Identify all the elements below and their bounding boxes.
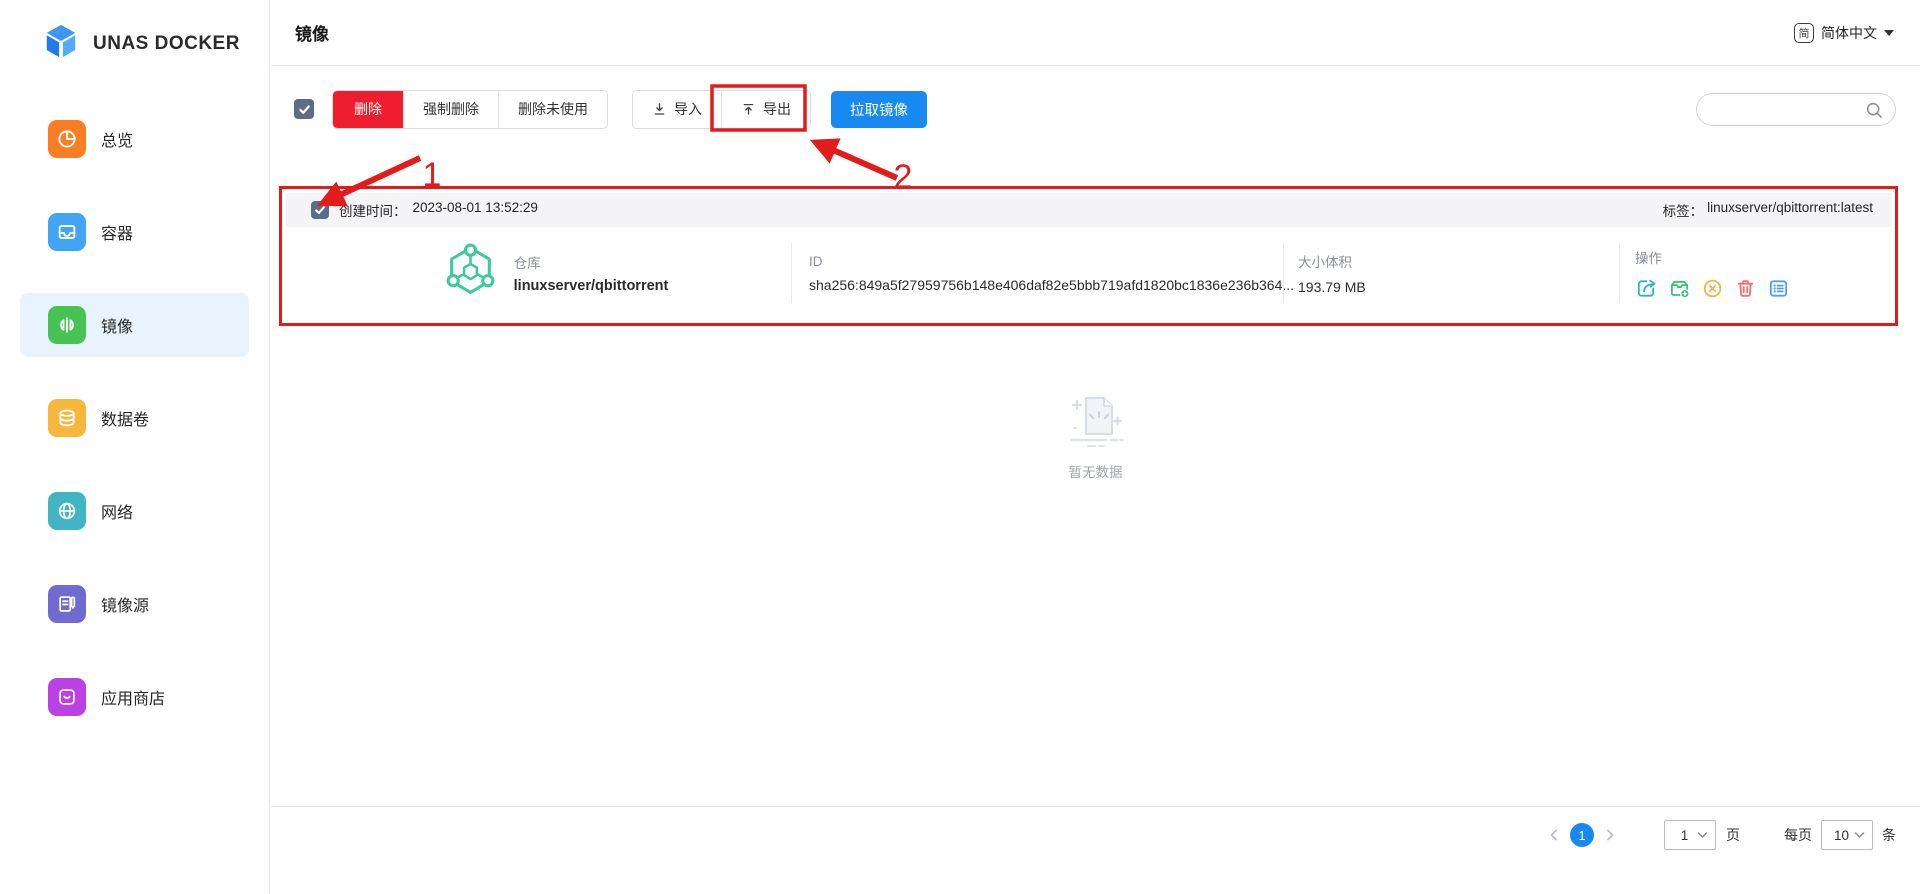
delete-unused-button[interactable]: 删除未使用: [498, 90, 607, 128]
chevron-down-icon: [1884, 29, 1894, 36]
sidebar-item-label: 应用商店: [101, 691, 166, 708]
brand-name: UNAS DOCKER: [93, 32, 240, 54]
annotation-box-image-row: 创建时间： 2023-08-01 13:52:29 标签： linuxserver/…: [279, 186, 1898, 326]
sidebar-item-images[interactable]: 镜像: [20, 293, 249, 357]
image-row-body: 仓库 linuxserver/qbittorrent ID sha256:849…: [286, 227, 1891, 319]
sidebar-item-overview[interactable]: 总览: [20, 107, 249, 171]
chevron-left-icon: [1550, 829, 1557, 841]
registry-icon: [48, 585, 86, 623]
delete-button[interactable]: 删除: [333, 90, 403, 128]
container-icon: [48, 213, 86, 251]
size-column: 大小体积 193.79 MB: [1283, 243, 1619, 303]
sidebar-item-label: 容器: [101, 226, 134, 243]
chevron-down-icon: [1854, 832, 1865, 838]
sidebar-item-label: 网络: [101, 505, 134, 522]
detail-list-icon[interactable]: [1767, 277, 1790, 300]
appstore-icon: [48, 678, 86, 716]
sidebar-item-network[interactable]: 网络: [20, 479, 249, 543]
pull-image-button[interactable]: 拉取镜像: [831, 90, 927, 128]
download-icon: [654, 102, 665, 115]
size-label: 大小体积: [1298, 255, 1352, 270]
overview-icon: [48, 120, 86, 158]
no-data-icon: [1070, 397, 1124, 447]
export-button[interactable]: 导出: [721, 90, 810, 128]
sidebar-item-label: 总览: [101, 133, 134, 150]
image-row-header: 创建时间： 2023-08-01 13:52:29 标签： linuxserver/…: [286, 193, 1891, 227]
sidebar-item-label: 镜像: [101, 319, 134, 336]
page-number-button[interactable]: 1: [1570, 823, 1594, 847]
chevron-right-icon: [1607, 829, 1614, 841]
upload-icon: [743, 103, 754, 115]
search-box: [1696, 92, 1896, 126]
sidebar-item-appstore[interactable]: 应用商店: [20, 665, 249, 729]
select-all-checkbox[interactable]: [294, 99, 314, 119]
cancel-circle-icon[interactable]: [1701, 277, 1724, 300]
empty-state: 暂无数据: [271, 390, 1920, 481]
pagination-bar: 1 1 页 每页 10 条: [271, 806, 1920, 850]
sidebar-item-label: 镜像源: [101, 598, 150, 615]
chevron-down-icon: [1697, 832, 1708, 838]
package-add-icon[interactable]: [1668, 277, 1691, 300]
no-data-text: 暂无数据: [1068, 465, 1123, 480]
repo-column: 仓库 linuxserver/qbittorrent: [286, 243, 791, 303]
toolbar: 删除 强制删除 删除未使用 导入 导出 拉取镜像: [271, 89, 1920, 129]
app-logo: UNAS DOCKER: [0, 0, 269, 65]
volume-icon: [48, 399, 86, 437]
sidebar: UNAS DOCKER 总览 容器 镜像 数据卷 网络 镜像源 应用商店: [0, 0, 270, 894]
id-value[interactable]: sha256:849a5f27959756b148e406daf82e5bbb7…: [809, 277, 1294, 293]
language-label: 简体中文: [1821, 24, 1877, 41]
main-area: 镜像 简 简体中文 删除 强制删除 删除未使用 导入 导出 拉取镜像 创建时间：…: [271, 0, 1920, 894]
search-icon: [1866, 102, 1882, 118]
image-icon: [48, 306, 86, 344]
unas-docker-logo-icon: [42, 22, 80, 65]
trash-icon[interactable]: [1734, 277, 1757, 300]
language-selector[interactable]: 简 简体中文: [1794, 22, 1894, 43]
image-row-card: 创建时间： 2023-08-01 13:52:29 标签： linuxserver/…: [286, 193, 1891, 319]
row-checkbox[interactable]: [311, 201, 329, 219]
import-button[interactable]: 导入: [633, 90, 721, 128]
sidebar-item-containers[interactable]: 容器: [20, 200, 249, 264]
id-label: ID: [809, 253, 823, 269]
sidebar-item-label: 数据卷: [101, 412, 150, 429]
size-value: 193.79 MB: [1298, 279, 1366, 295]
page-title: 镜像: [295, 25, 329, 44]
created-time: 创建时间： 2023-08-01 13:52:29: [339, 200, 538, 219]
repo-value: linuxserver/qbittorrent: [513, 278, 669, 294]
actions-label: 操作: [1635, 250, 1662, 266]
prev-page-button[interactable]: [1548, 828, 1560, 842]
import-export-group: 导入 导出: [632, 89, 811, 129]
language-badge-icon: 简: [1794, 22, 1814, 43]
per-page-select[interactable]: 10: [1821, 820, 1873, 850]
delete-button-group: 删除 强制删除 删除未使用: [332, 89, 608, 129]
export-image-icon[interactable]: [1635, 277, 1658, 300]
next-page-button[interactable]: [1604, 828, 1616, 842]
page-select[interactable]: 1: [1664, 820, 1716, 850]
repository-hexagon-icon: [442, 242, 499, 304]
force-delete-button[interactable]: 强制删除: [403, 90, 498, 128]
per-page-unit-label: 条: [1882, 827, 1896, 843]
sidebar-nav: 总览 容器 镜像 数据卷 网络 镜像源 应用商店: [0, 107, 269, 729]
actions-column: 操作: [1619, 243, 1891, 303]
repo-label: 仓库: [513, 256, 541, 271]
topbar: 镜像 简 简体中文: [271, 0, 1920, 66]
actions-row: [1635, 277, 1891, 300]
sidebar-item-volumes[interactable]: 数据卷: [20, 386, 249, 450]
image-tag: 标签： linuxserver/qbittorrent:latest: [1662, 200, 1873, 219]
sidebar-item-registries[interactable]: 镜像源: [20, 572, 249, 636]
network-icon: [48, 492, 86, 530]
per-page-label: 每页: [1784, 827, 1812, 843]
page-unit-label: 页: [1726, 827, 1740, 843]
id-column: ID sha256:849a5f27959756b148e406daf82e5b…: [791, 243, 1294, 303]
